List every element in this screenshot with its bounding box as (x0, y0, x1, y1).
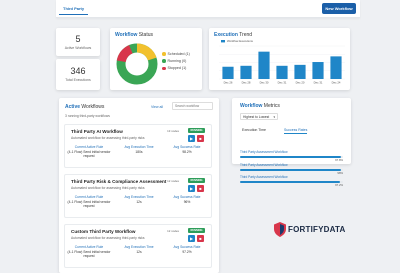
status-badge: RUNNING (188, 128, 205, 133)
x-tick-label: Dec 31 (278, 81, 287, 85)
bar (294, 64, 306, 79)
shield-icon (274, 221, 286, 237)
workflow-nodes: 12 nodes (167, 229, 179, 233)
active-workflows-stat-card: 5 Active Workflows (56, 28, 100, 56)
execution-trend-chart: Workflow Executions Dec 26 Dec 28 Dec 30 Dec… (219, 39, 345, 85)
x-tick-label: Dec 31 (314, 81, 323, 85)
delete-workflow-button[interactable]: ■ (197, 185, 204, 192)
metric-active-rule: Current Active Rule (4-1 Flow) Send init… (67, 245, 111, 258)
metric-avg-time: Avg Execution Time 180s (124, 145, 154, 154)
new-workflow-button[interactable]: New Workflow (322, 3, 356, 14)
total-executions-label: Total Executions (65, 78, 91, 82)
workflow-name: Custom Third Party Workflow (71, 229, 136, 234)
x-tick-label: Dec 26 (224, 81, 233, 85)
trash-icon: ■ (199, 136, 202, 141)
bar (330, 56, 342, 79)
fortifydata-logo: FORTIFYDATA (274, 221, 352, 237)
total-executions-stat-card: 346 Total Executions (56, 59, 100, 90)
legend-swatch (221, 40, 225, 43)
active-workflows-subtitle: 3 running third-party workflows (65, 114, 110, 118)
play-icon: ▶ (189, 136, 194, 141)
metric-bar-label: Third Party Assessment Workflow (240, 150, 288, 154)
active-workflows-count: 5 (75, 34, 81, 44)
metric-success-rate: Avg Success Rate 97.2% (173, 245, 201, 254)
active-workflows-label: Active Workflows (64, 46, 92, 50)
metric-bar-value: 97.8% (335, 158, 343, 162)
metric-bar-label: Third Party Assessment Workflow (240, 163, 288, 167)
play-icon: ▶ (189, 236, 194, 241)
metric-avg-time: Avg Execution Time 12s (124, 245, 154, 254)
workflow-nodes: 12 nodes (167, 179, 179, 183)
legend-label: Workflow Executions (227, 39, 254, 43)
metric-progress-bar (240, 181, 343, 183)
workflow-description: Automated workflow for assessing third-p… (71, 186, 145, 190)
bar (240, 65, 252, 79)
metric-active-rule: Current Active Rule (4-1 Flow) Send init… (67, 145, 111, 158)
bar (222, 66, 234, 79)
run-workflow-button[interactable]: ▶ (188, 235, 195, 242)
bar (258, 51, 270, 79)
status-badge: RUNNING (188, 228, 205, 233)
metric-active-rule: Current Active Rule (4-1 Flow) Send init… (67, 195, 111, 208)
workflow-status-card: Workflow Status Scheduled (1) Running (0… (110, 28, 202, 90)
workflow-status-title: Workflow Status (115, 32, 153, 38)
workflow-name: Third Party AI Workflow (71, 129, 123, 134)
delete-workflow-button[interactable]: ■ (197, 135, 204, 142)
total-executions-count: 346 (70, 66, 86, 76)
run-workflow-button[interactable]: ▶ (188, 185, 195, 192)
x-tick-label: Dec 20 (296, 81, 305, 85)
metric-progress-bar (240, 156, 343, 158)
tab-third-party[interactable]: Third Party (59, 3, 89, 15)
run-workflow-button[interactable]: ▶ (188, 135, 195, 142)
view-all-link[interactable]: View all (151, 105, 163, 109)
metric-bar-value: 97.2% (335, 183, 343, 187)
workflow-card[interactable]: Third Party Risk & Compliance Assessment… (64, 174, 212, 218)
status-badge: RUNNING (188, 178, 205, 183)
workflow-metrics-title: Workflow Metrics (240, 103, 280, 109)
bar (312, 62, 324, 79)
workflow-description: Automated workflow for assessing third-p… (71, 236, 145, 240)
x-tick-label: Dec 28 (242, 81, 251, 85)
metric-bar-label: Third Party Assessment Workflow (240, 175, 288, 179)
bar (276, 65, 288, 79)
active-workflows-card: Active Workflows View all 3 running thir… (59, 98, 219, 273)
delete-workflow-button[interactable]: ■ (197, 235, 204, 242)
execution-trend-title: Execution Trend (214, 32, 253, 38)
top-bar: Third Party New Workflow (56, 0, 360, 18)
tab-success-rates[interactable]: Success Rates (284, 128, 308, 134)
trash-icon: ■ (199, 236, 202, 241)
trash-icon: ■ (199, 186, 202, 191)
x-tick-label: Dec 30 (260, 81, 269, 85)
workflow-name: Third Party Risk & Compliance Assessment (71, 179, 167, 184)
metric-avg-time: Avg Execution Time 12s (124, 195, 154, 204)
tab-execution-time[interactable]: Execution Time (242, 128, 266, 132)
sort-select[interactable]: Highest to Lowest ▾ (240, 113, 278, 120)
workflow-nodes: 13 nodes (167, 129, 179, 133)
execution-trend-card: Execution Trend Workflow Executions Dec 2… (209, 28, 350, 90)
legend-stopped: Stopped (1) (162, 66, 190, 70)
workflow-metrics-card: Workflow Metrics Highest to Lowest ▾ Exe… (232, 98, 351, 164)
x-tick-label: Dec 24 (332, 81, 341, 85)
play-icon: ▶ (189, 186, 194, 191)
status-legend: Scheduled (1) Running (0) Stopped (1) (162, 52, 190, 74)
workflow-description: Automated workflow for assessing third-p… (71, 136, 145, 140)
metric-bar-value: 98% (337, 171, 343, 175)
chevron-down-icon: ▾ (273, 115, 275, 119)
legend-scheduled: Scheduled (1) (162, 52, 190, 56)
workflow-card[interactable]: Third Party AI Workflow Automated workfl… (64, 124, 212, 168)
active-workflows-title: Active Workflows (65, 104, 105, 110)
workflow-card[interactable]: Custom Third Party Workflow Automated wo… (64, 224, 212, 268)
metric-success-rate: Avg Success Rate 96% (173, 195, 201, 204)
metric-success-rate: Avg Success Rate 98.2% (173, 145, 201, 154)
legend-running: Running (0) (162, 59, 190, 63)
search-workflow-input[interactable] (172, 102, 213, 110)
metric-progress-bar (240, 169, 343, 171)
status-donut-chart (116, 43, 158, 85)
